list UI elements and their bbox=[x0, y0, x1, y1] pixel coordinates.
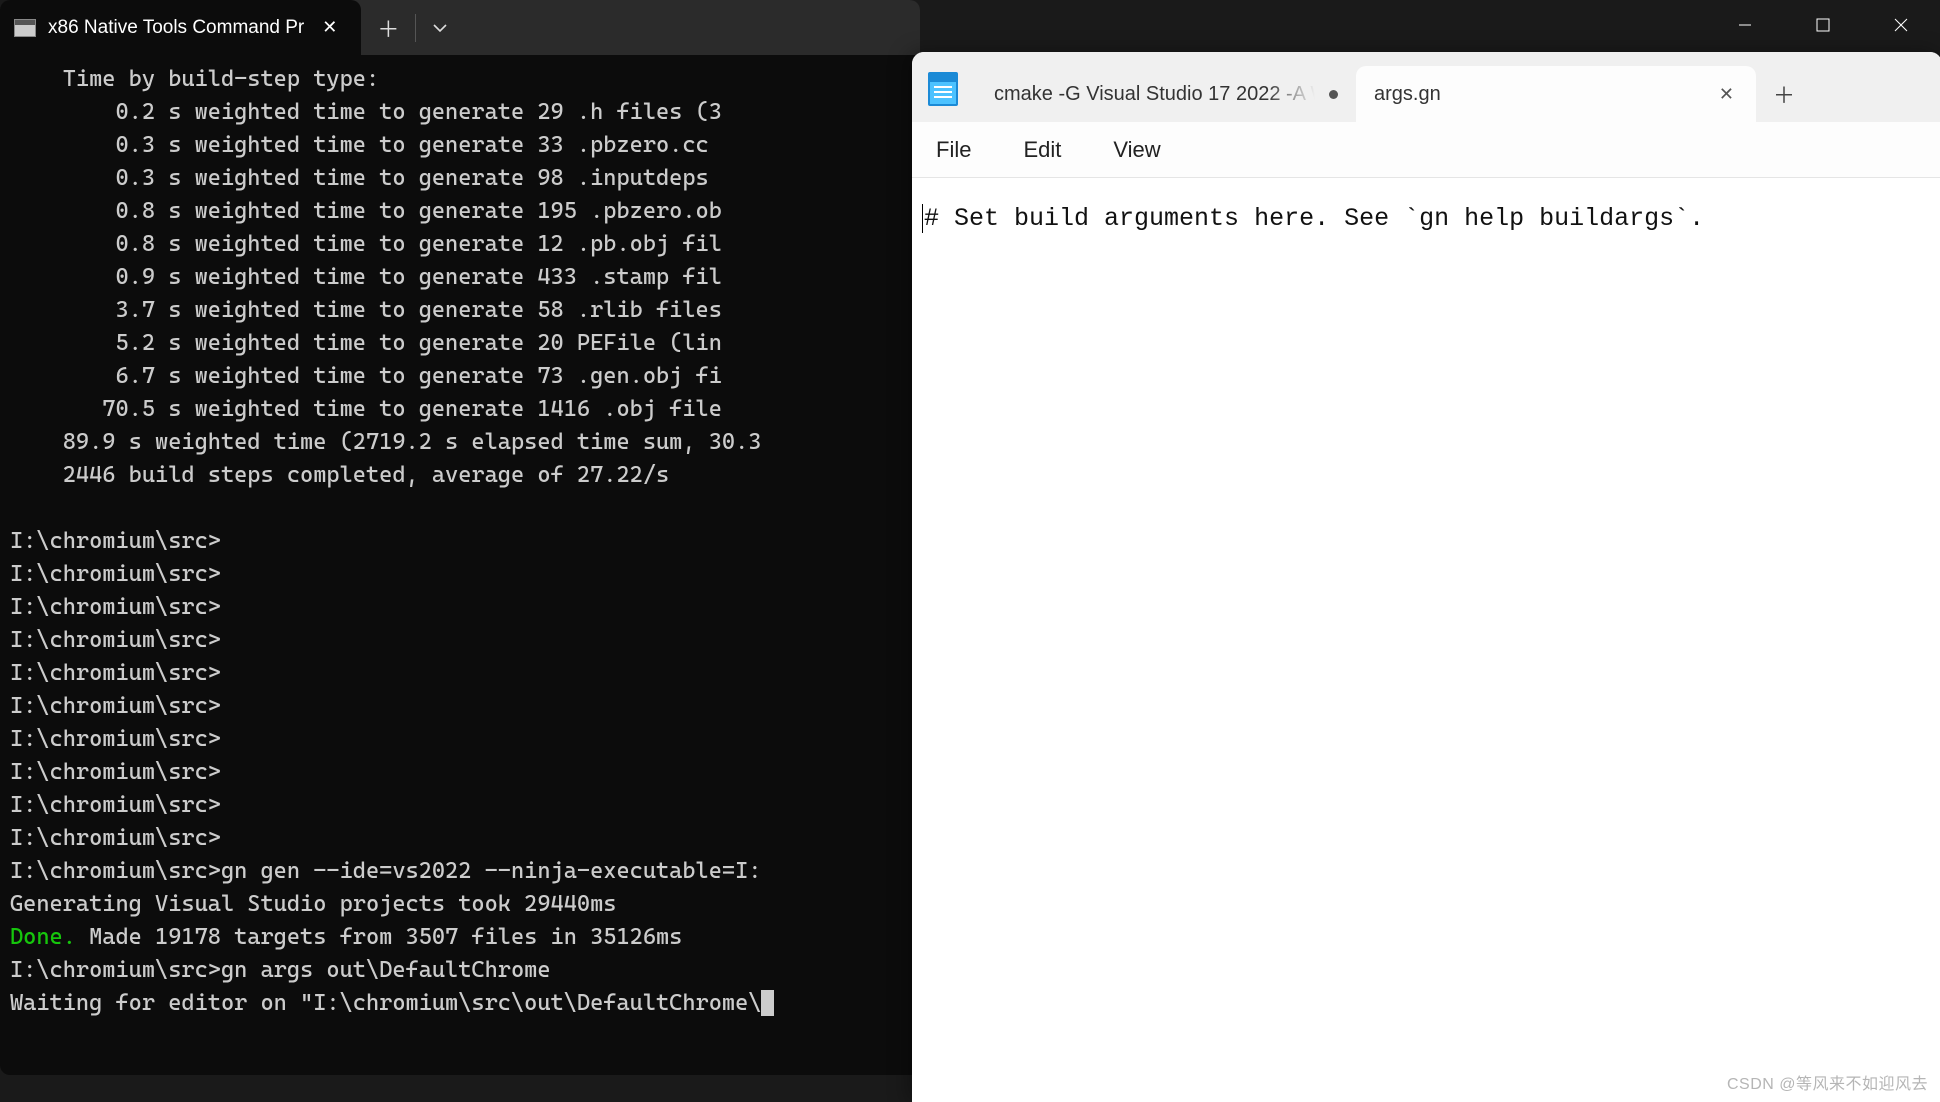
terminal-window: x86 Native Tools Command Pr ✕ ＋ Time by … bbox=[0, 0, 920, 1075]
terminal-titlebar-actions: ＋ bbox=[361, 0, 464, 55]
menu-view[interactable]: View bbox=[1109, 131, 1164, 169]
notepad-tab-inactive[interactable]: cmake -G Visual Studio 17 2022 -A W bbox=[976, 66, 1356, 122]
terminal-tab-close-button[interactable]: ✕ bbox=[316, 13, 343, 42]
done-rest: Made 19178 targets from 3507 files in 35… bbox=[76, 924, 682, 950]
notepad-editor[interactable]: # Set build arguments here. See `gn help… bbox=[912, 178, 1940, 1102]
notepad-tab-active[interactable]: args.gn ✕ bbox=[1356, 66, 1756, 122]
tab-title: cmake -G Visual Studio 17 2022 -A W bbox=[994, 83, 1315, 106]
terminal-tab-dropdown-button[interactable] bbox=[416, 0, 464, 55]
terminal-tab[interactable]: x86 Native Tools Command Pr ✕ bbox=[0, 0, 361, 55]
notepad-app-icon bbox=[928, 72, 958, 106]
tab-close-button[interactable]: ✕ bbox=[1715, 82, 1738, 107]
terminal-output[interactable]: Time by build-step type: 0.2 s weighted … bbox=[0, 55, 920, 1030]
menu-file[interactable]: File bbox=[932, 131, 975, 169]
window-controls bbox=[1706, 0, 1940, 50]
notepad-window: cmake -G Visual Studio 17 2022 -A W args… bbox=[912, 52, 1940, 1102]
notepad-titlebar: cmake -G Visual Studio 17 2022 -A W args… bbox=[912, 52, 1940, 122]
notepad-menubar: File Edit View bbox=[912, 122, 1940, 178]
done-label: Done. bbox=[10, 924, 76, 950]
editor-text: Set build arguments here. See `gn help b… bbox=[939, 204, 1704, 233]
minimize-button[interactable] bbox=[1706, 0, 1784, 50]
tab-title: args.gn bbox=[1374, 83, 1701, 106]
terminal-titlebar: x86 Native Tools Command Pr ✕ ＋ bbox=[0, 0, 920, 55]
close-button[interactable] bbox=[1862, 0, 1940, 50]
terminal-tab-title: x86 Native Tools Command Pr bbox=[48, 17, 304, 39]
cmd-icon bbox=[14, 19, 36, 37]
watermark: CSDN @等风来不如迎风去 bbox=[1727, 1070, 1928, 1094]
terminal-cursor bbox=[761, 990, 774, 1016]
maximize-button[interactable] bbox=[1784, 0, 1862, 50]
text-caret: # bbox=[922, 204, 939, 233]
editor-text: # bbox=[924, 204, 939, 233]
chevron-down-icon bbox=[432, 20, 448, 36]
terminal-new-tab-button[interactable]: ＋ bbox=[361, 0, 415, 55]
menu-edit[interactable]: Edit bbox=[1019, 131, 1065, 169]
unsaved-indicator-icon bbox=[1329, 90, 1338, 99]
notepad-new-tab-button[interactable]: ＋ bbox=[1756, 66, 1812, 122]
